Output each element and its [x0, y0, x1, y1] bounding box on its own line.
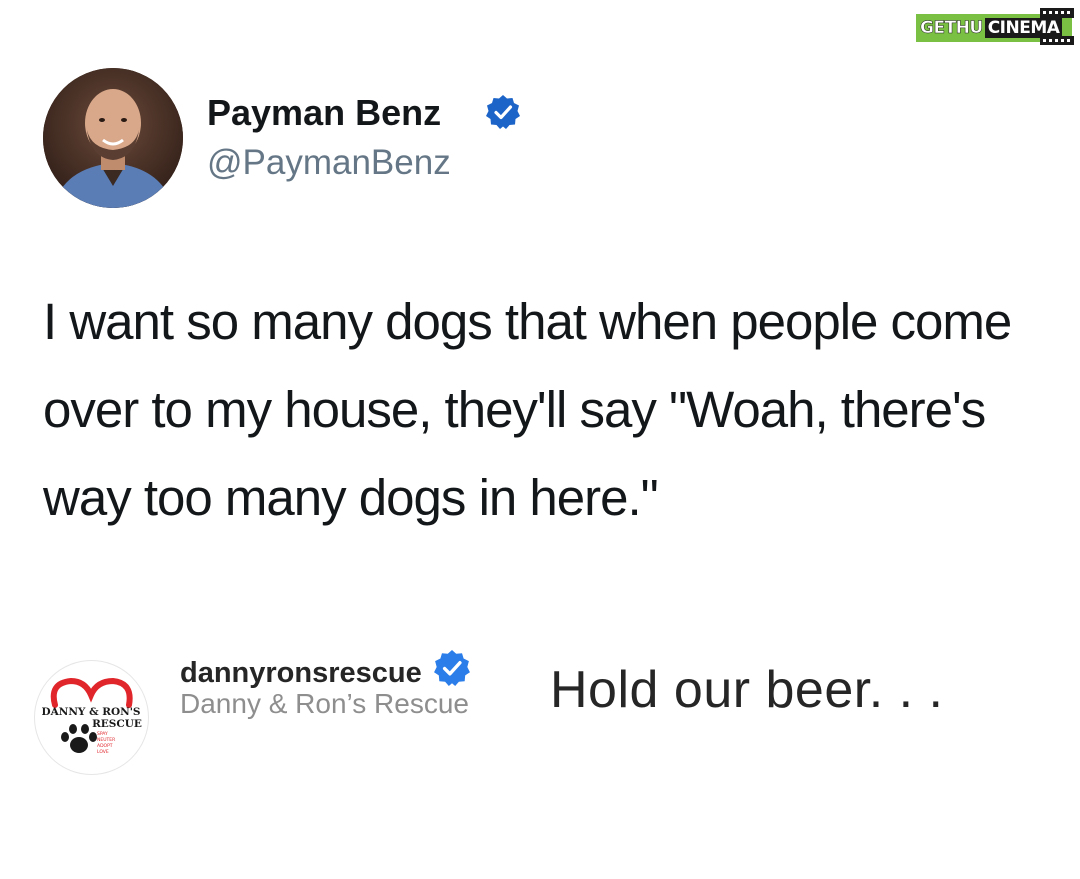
- reply-comment: Hold our beer. . .: [550, 661, 944, 719]
- author-avatar[interactable]: [43, 68, 183, 208]
- logo-line1: DANNY & RON'S: [41, 706, 140, 718]
- logo-tagline-1: SPAY: [97, 731, 108, 737]
- verified-badge-icon: [486, 95, 520, 129]
- verified-badge-icon: [434, 650, 470, 686]
- author-photo: [43, 68, 183, 208]
- logo-tagline-3: ADOPT: [97, 743, 113, 749]
- heart-icon: [50, 677, 133, 708]
- logo-tagline-2: NEUTER: [97, 737, 115, 743]
- tweet-text: I want so many dogs that when people com…: [43, 293, 1012, 526]
- rescue-logo: DANNY & RON'S RESCUE SPAY NEUTER ADOPT L…: [41, 677, 142, 755]
- reply-display-name: Danny & Ron’s Rescue: [180, 688, 469, 719]
- film-strip-icon: [1040, 8, 1074, 45]
- author-handle[interactable]: @PaymanBenz: [207, 143, 451, 183]
- author-name[interactable]: Payman Benz: [207, 92, 441, 134]
- logo-tagline-4: LOVE: [97, 749, 109, 755]
- reply-username[interactable]: dannyronsrescue: [180, 657, 422, 690]
- rescue-avatar[interactable]: DANNY & RON'S RESCUE SPAY NEUTER ADOPT L…: [34, 660, 149, 775]
- logo-line2: RESCUE: [92, 718, 142, 730]
- watermark: GETHU CINEMA: [916, 6, 1076, 46]
- watermark-text-a: GETHU: [920, 18, 984, 39]
